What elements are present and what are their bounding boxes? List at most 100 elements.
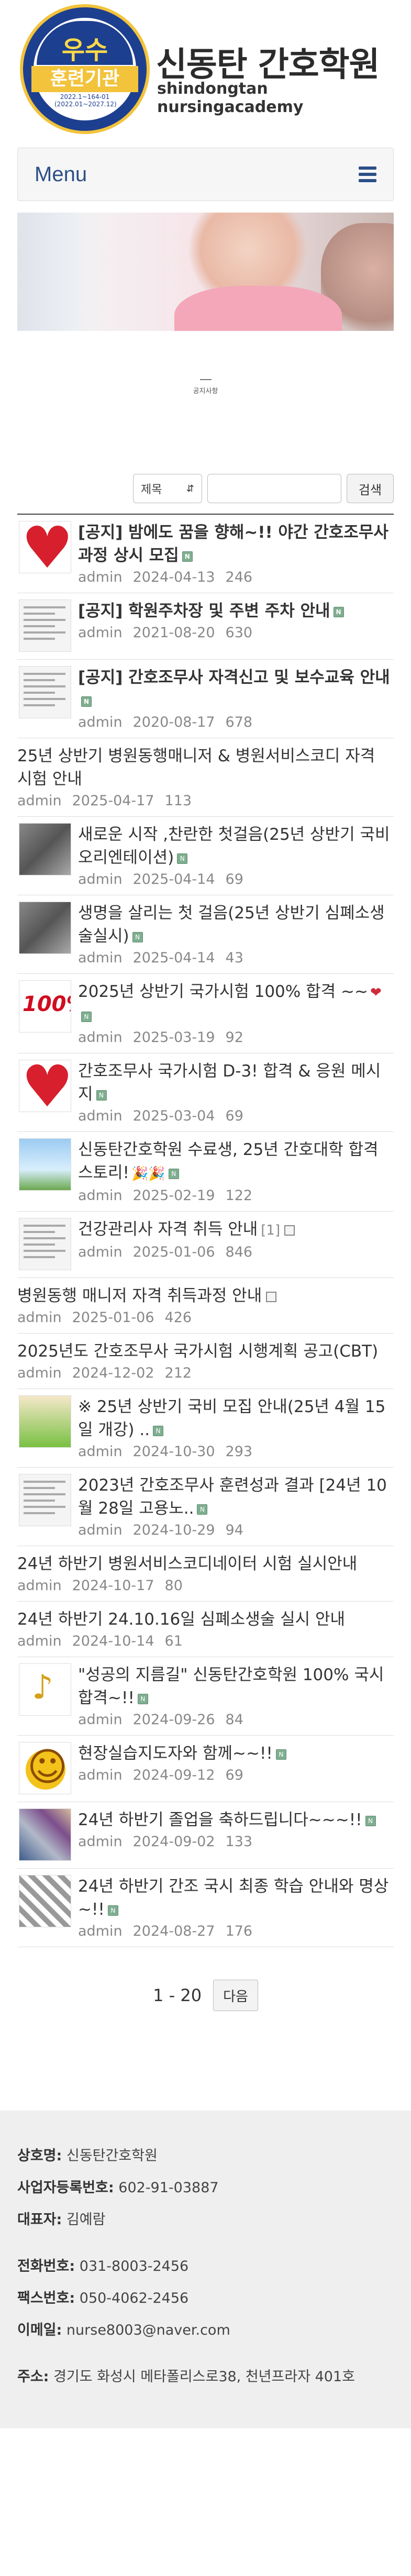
post-title-link[interactable]: 신동탄간호학원 수료생, 25년 간호대학 합격 스토리! 🎉🎉 N: [78, 1138, 394, 1185]
post-thumbnail[interactable]: [17, 1742, 73, 1794]
logo-subtitle[interactable]: shindongtan nursingacademy: [157, 80, 411, 116]
post-title-link[interactable]: [공지] 밤에도 꿈을 향해~!! 야간 간호조무사과정 상시 모집 N: [78, 521, 394, 567]
post-title-link[interactable]: 24년 하반기 졸업을 축하드립니다~~~!! N: [78, 1808, 394, 1831]
post-thumbnail[interactable]: [17, 1808, 73, 1861]
post-thumbnail[interactable]: [17, 599, 73, 652]
post-title-link[interactable]: 건강관리사 자격 취득 안내 [1]: [78, 1218, 394, 1242]
list-item[interactable]: [공지] 학원주차장 및 주변 주차 안내 N admin 2021-08-20 630: [17, 593, 394, 660]
post-title-link[interactable]: 생명을 살리는 첫 걸음(25년 상반기 심폐소생술실시) N: [78, 902, 394, 948]
new-post-icon: N: [81, 696, 92, 707]
post-title-link[interactable]: 간호조무사 국가시험 D-3! 합격 & 응원 메시지 N: [78, 1060, 394, 1106]
post-date: 2024-10-29: [132, 1522, 215, 1538]
post-thumbnail[interactable]: [17, 902, 73, 966]
post-date: 2024-10-17: [72, 1578, 154, 1594]
post-meta: admin 2025-01-06 846: [78, 1244, 394, 1260]
menu-bar[interactable]: Menu: [17, 148, 394, 201]
logo-title[interactable]: 신동탄 간호학원: [156, 38, 380, 86]
comment-count: [1]: [261, 1223, 281, 1238]
post-views: 113: [164, 793, 192, 809]
list-item[interactable]: 24년 하반기 24.10.16일 심폐소생술 실시 안내 admin 2024-1…: [17, 1602, 394, 1657]
new-post-icon: N: [197, 1504, 208, 1515]
list-item[interactable]: 신동탄간호학원 수료생, 25년 간호대학 합격 스토리! 🎉🎉 N admin 202…: [17, 1132, 394, 1212]
post-thumbnail[interactable]: [17, 1395, 73, 1460]
post-title-link[interactable]: 2025년도 간호조무사 국가시험 시행계획 공고(CBT): [17, 1340, 394, 1363]
list-item[interactable]: [공지] 간호조무사 자격신고 및 보수교육 안내N admin 2020-08-1…: [17, 660, 394, 738]
post-title-link[interactable]: 24년 하반기 24.10.16일 심폐소생술 실시 안내: [17, 1608, 394, 1631]
hamburger-icon[interactable]: [359, 166, 376, 182]
list-item[interactable]: 생명을 살리는 첫 걸음(25년 상반기 심폐소생술실시) N admin 2025-…: [17, 895, 394, 974]
post-title-link[interactable]: ※ 25년 상반기 국비 모집 안내(25년 4월 15일 개강) .. N: [78, 1395, 394, 1441]
footer-email-link[interactable]: nurse8003@naver.com: [66, 2322, 230, 2338]
post-title-link[interactable]: "성공의 지름길" 신동탄간호학원 100% 국시 합격~!! N: [78, 1663, 394, 1709]
post-views: 293: [225, 1444, 253, 1460]
post-thumbnail[interactable]: [17, 1474, 73, 1538]
post-list: [공지] 밤에도 꿈을 향해~!! 야간 간호조무사과정 상시 모집N admin…: [17, 514, 394, 1947]
list-item[interactable]: 24년 하반기 간조 국시 최종 학습 안내와 명상~!! N admin 2024-…: [17, 1869, 394, 1947]
post-thumbnail[interactable]: [17, 666, 73, 730]
post-meta: admin 2025-04-14 43: [78, 950, 394, 966]
post-thumbnail[interactable]: [17, 521, 73, 585]
list-item[interactable]: "성공의 지름길" 신동탄간호학원 100% 국시 합격~!!N admin 202…: [17, 1657, 394, 1736]
footer-ceo: 대표자: 김예람: [17, 2212, 106, 2228]
list-item[interactable]: ※ 25년 상반기 국비 모집 안내(25년 4월 15일 개강) .. N adm…: [17, 1389, 394, 1468]
page-title: 공지사항: [193, 387, 218, 395]
post-title-link[interactable]: 2025년 상반기 국가시험 100% 합격 ~~ ❤N: [78, 980, 394, 1027]
post-title-link[interactable]: 24년 하반기 병원서비스코디네이터 시험 실시안내: [17, 1552, 394, 1575]
poster-thumbnail-image: [19, 1395, 71, 1448]
new-post-icon: N: [182, 551, 193, 562]
list-item[interactable]: 100%2025년 상반기 국가시험 100% 합격 ~~❤Nadmin2025…: [17, 974, 394, 1053]
list-item[interactable]: [공지] 밤에도 꿈을 향해~!! 야간 간호조무사과정 상시 모집N admin…: [17, 515, 394, 593]
post-meta: admin 2024-09-02 133: [78, 1834, 394, 1850]
search-field-select[interactable]: 제목 ⇵: [133, 474, 202, 503]
post-thumbnail[interactable]: [17, 823, 73, 887]
post-meta: admin 2024-10-14 61: [17, 1633, 394, 1649]
post-thumbnail[interactable]: [17, 1218, 73, 1270]
emoji-icons: ❤: [370, 985, 382, 1001]
search-input[interactable]: [207, 474, 341, 503]
post-title-link[interactable]: 새로운 시작 ,찬란한 첫걸음(25년 상반기 국비 오리엔테이션) N: [78, 823, 394, 869]
post-thumbnail[interactable]: [17, 1875, 73, 1939]
list-item[interactable]: 2025년도 간호조무사 국가시험 시행계획 공고(CBT) admin 2024-…: [17, 1334, 394, 1389]
new-post-icon: N: [275, 1749, 286, 1760]
list-item[interactable]: 간호조무사 국가시험 D-3! 합격 & 응원 메시지N admin 2025-03…: [17, 1053, 394, 1132]
new-post-icon: N: [132, 931, 143, 942]
post-thumbnail[interactable]: [17, 1138, 73, 1204]
list-item[interactable]: 2023년 간호조무사 훈련성과 결과 [24년 10월 28일 고용노.. N a…: [17, 1468, 394, 1546]
list-item[interactable]: 병원동행 매니저 자격 취득과정 안내 admin 2025-01-06 426: [17, 1278, 394, 1334]
post-title-link[interactable]: [공지] 학원주차장 및 주변 주차 안내 N: [78, 599, 394, 623]
post-author: admin: [78, 1444, 123, 1460]
post-thumbnail[interactable]: 100%: [17, 980, 73, 1046]
excellent-training-emblem[interactable]: 우수 훈련기관 2022.1~164-01 (2022.01~2027.12): [20, 4, 150, 134]
post-meta: admin 2024-10-17 80: [17, 1578, 394, 1594]
post-title-link[interactable]: 25년 상반기 병원동행매니저 & 병원서비스코디 자격 시험 안내: [17, 745, 394, 791]
post-title-link[interactable]: 2023년 간호조무사 훈련성과 결과 [24년 10월 28일 고용노.. N: [78, 1474, 394, 1520]
post-title-link[interactable]: 24년 하반기 간조 국시 최종 학습 안내와 명상~!! N: [78, 1875, 394, 1921]
post-meta: admin 2024-08-27 176: [78, 1923, 394, 1939]
post-views: 84: [225, 1712, 243, 1728]
pagination: 1 - 20 다음: [0, 1980, 411, 2011]
list-item[interactable]: 새로운 시작 ,찬란한 첫걸음(25년 상반기 국비 오리엔테이션) N admin…: [17, 817, 394, 895]
collage-thumbnail-image: [19, 1808, 71, 1861]
list-item[interactable]: 25년 상반기 병원동행매니저 & 병원서비스코디 자격 시험 안내 admin 2…: [17, 738, 394, 817]
post-title-link[interactable]: 현장실습지도자와 함께~~!! N: [78, 1742, 394, 1765]
list-item[interactable]: 24년 하반기 병원서비스코디네이터 시험 실시안내 admin 2024-10-1…: [17, 1546, 394, 1602]
list-item[interactable]: 24년 하반기 졸업을 축하드립니다~~~!! N admin 2024-09-02 1…: [17, 1802, 394, 1869]
post-date: 2025-02-19: [132, 1187, 215, 1204]
post-author: admin: [78, 1522, 123, 1538]
post-date: 2025-04-17: [72, 793, 154, 809]
post-thumbnail[interactable]: [17, 1060, 73, 1124]
search-button[interactable]: 검색: [347, 474, 394, 503]
page-range: 1 - 20: [153, 1985, 202, 2005]
post-meta: admin 2025-03-04 69: [78, 1108, 394, 1124]
attachment-icon: [266, 1291, 277, 1302]
list-item[interactable]: 건강관리사 자격 취득 안내 [1] admin 2025-01-06 846: [17, 1212, 394, 1278]
post-title-link[interactable]: [공지] 간호조무사 자격신고 및 보수교육 안내N: [78, 666, 394, 712]
post-title-link[interactable]: 병원동행 매니저 자격 취득과정 안내: [17, 1284, 394, 1307]
list-item[interactable]: 현장실습지도자와 함께~~!!N admin 2024-09-12 69: [17, 1736, 394, 1802]
menu-label: Menu: [35, 162, 87, 186]
photo-thumbnail-image: [19, 823, 71, 875]
post-author: admin: [17, 1633, 62, 1649]
next-page-button[interactable]: 다음: [213, 1980, 258, 2011]
post-views: 426: [164, 1309, 192, 1326]
post-thumbnail[interactable]: [17, 1663, 73, 1728]
